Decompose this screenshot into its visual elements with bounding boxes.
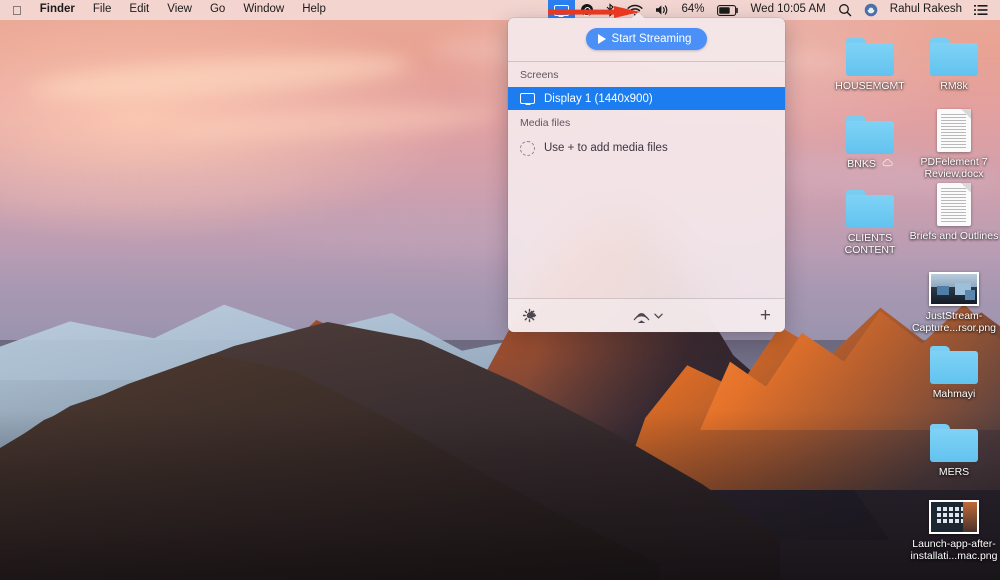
notification-center-icon [974, 5, 988, 15]
screen-row-label: Display 1 (1440x900) [544, 92, 653, 105]
add-media-button[interactable]: + [760, 306, 771, 325]
desktop-icon-housemgmt[interactable]: HOUSEMGMT [822, 28, 918, 92]
gear-icon [522, 308, 537, 323]
image-thumbnail-icon [929, 486, 979, 534]
folder-icon [846, 106, 894, 154]
monitor-icon [520, 93, 535, 104]
document-icon [937, 104, 971, 152]
desktop-icon-label: Mahmayi [932, 388, 976, 400]
desktop-icon-grid: HOUSEMGMT RM8k BNKS PDFelement 7 Review.… [0, 20, 1000, 580]
desktop-icon-mers[interactable]: MERS [906, 414, 1000, 478]
menu-item-finder[interactable]: Finder [31, 0, 84, 20]
battery-percent-label[interactable]: 64% [676, 0, 711, 20]
desktop-icon-label: MERS [938, 466, 970, 478]
panel-empty-area [508, 161, 785, 298]
desktop-icon-bnks[interactable]: BNKS [822, 106, 918, 170]
menu-bar-clock[interactable]: Wed 10:05 AM [745, 0, 832, 20]
folder-icon [930, 28, 978, 76]
menu-item-help[interactable]: Help [293, 0, 335, 20]
volume-icon [655, 5, 667, 15]
notification-center-button[interactable] [968, 0, 994, 20]
desktop-icon-juststream-capture[interactable]: JustStream-Capture...rsor.png [906, 258, 1000, 334]
desktop-icon-label: CLIENTS CONTENT [844, 232, 896, 256]
media-files-section: Media files Use + to add media files [508, 110, 785, 161]
settings-button[interactable] [522, 308, 537, 323]
desktop-icon-label: Launch-app-after-installati...mac.png [910, 538, 998, 562]
search-icon [838, 4, 852, 17]
menu-item-file[interactable]: File [84, 0, 121, 20]
user-account-label[interactable]: Rahul Rakesh [884, 0, 968, 20]
desktop-icon-label: RM8k [940, 80, 968, 92]
media-files-empty-row[interactable]: Use + to add media files [508, 135, 785, 161]
desktop-icon-briefs-and-outlines[interactable]: Briefs and Outlines [906, 178, 1000, 242]
desktop-icon-label: BNKS [847, 158, 893, 170]
menu-item-edit[interactable]: Edit [120, 0, 158, 20]
start-streaming-label: Start Streaming [611, 33, 692, 45]
desktop-icon-launch-app-after-install[interactable]: Launch-app-after-installati...mac.png [906, 486, 1000, 562]
start-streaming-button[interactable]: Start Streaming [585, 28, 708, 50]
battery-icon [716, 4, 738, 16]
airplay-device-selector[interactable] [633, 307, 664, 324]
red-pointer-arrow [548, 5, 640, 18]
document-icon [937, 178, 971, 226]
desktop-icon-mahmayi[interactable]: Mahmayi [906, 336, 1000, 400]
screens-section: Screens Display 1 (1440x900) [508, 62, 785, 110]
desktop-icon-label: HOUSEMGMT [835, 80, 905, 92]
media-files-section-header: Media files [520, 117, 571, 129]
media-files-empty-label: Use + to add media files [544, 142, 668, 154]
desktop-icon-label: PDFelement 7 Review.docx [920, 156, 988, 180]
desktop-icon-clients-content[interactable]: CLIENTS CONTENT [822, 180, 918, 256]
screen-row-display-1[interactable]: Display 1 (1440x900) [508, 87, 785, 110]
volume-menu-icon[interactable] [649, 0, 676, 20]
image-thumbnail-icon [929, 258, 979, 306]
macos-menu-bar:  Finder File Edit View Go Window Help [0, 0, 1000, 20]
panel-header: Start Streaming [508, 18, 785, 61]
menu-item-go[interactable]: Go [201, 0, 234, 20]
dashed-circle-icon [520, 140, 535, 156]
cloud-badge-icon [882, 158, 893, 170]
desktop-icon-pdfelement-review[interactable]: PDFelement 7 Review.docx [906, 104, 1000, 180]
battery-menu-icon[interactable] [711, 0, 745, 20]
folder-icon [846, 28, 894, 76]
desktop-icon-label-text: BNKS [847, 158, 876, 170]
desktop-icon-label: Briefs and Outlines [909, 230, 999, 242]
siri-icon [864, 3, 878, 17]
apple-logo-icon[interactable]:  [8, 0, 31, 20]
spotlight-search-button[interactable] [832, 0, 858, 20]
play-icon [597, 34, 606, 44]
folder-icon [846, 180, 894, 228]
panel-footer-toolbar: + [508, 298, 785, 332]
arrow-icon [548, 6, 640, 18]
airplay-icon [634, 313, 650, 324]
desktop-icon-label: JustStream-Capture...rsor.png [911, 310, 997, 334]
folder-icon [930, 336, 978, 384]
menu-bar-app-menus:  Finder File Edit View Go Window Help [0, 0, 335, 20]
folder-icon [930, 414, 978, 462]
screens-section-header: Screens [520, 69, 559, 81]
siri-button[interactable] [858, 0, 884, 20]
desktop-icon-rm8k[interactable]: RM8k [906, 28, 1000, 92]
chevron-down-icon [654, 313, 664, 319]
juststream-popover-panel: Start Streaming Screens Display 1 (1440x… [508, 18, 785, 332]
menu-item-window[interactable]: Window [234, 0, 293, 20]
menu-item-view[interactable]: View [158, 0, 201, 20]
